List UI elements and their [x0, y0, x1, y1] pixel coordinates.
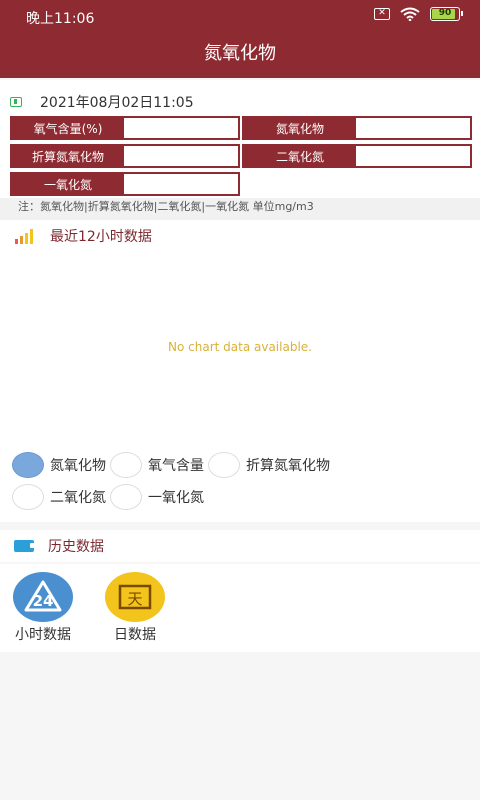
battery-icon: 90	[430, 7, 463, 21]
radio-label: 氧气含量	[148, 458, 204, 474]
metric-no: 一氧化氮	[10, 172, 240, 196]
wifi-icon	[400, 7, 420, 21]
metric-converted-nox: 折算氮氧化物	[10, 144, 240, 168]
page-title: 氮氧化物	[204, 43, 276, 64]
series-radio-row-2: 二氧化氮 一氧化氮	[12, 484, 208, 510]
wallet-icon	[14, 540, 36, 552]
metric-label: 氮氧化物	[244, 118, 356, 138]
radio-circle[interactable]	[12, 484, 44, 510]
metric-value	[356, 146, 470, 166]
app-bar: 氮氧化物	[0, 34, 480, 78]
status-time: 晚上11:06	[26, 11, 95, 27]
metric-no2: 二氧化氮	[242, 144, 472, 168]
status-icons: ✕ 90	[374, 7, 463, 21]
radio-circle-selected[interactable]	[12, 452, 44, 478]
day-glyph-text: 天	[127, 590, 142, 608]
radio-label: 二氧化氮	[50, 490, 106, 506]
radio-label: 一氧化氮	[148, 490, 204, 506]
radio-circle[interactable]	[208, 452, 240, 478]
radio-oxygen[interactable]: 氧气含量	[110, 452, 204, 478]
metric-label: 一氧化氮	[12, 174, 124, 194]
battery-percent: 90	[438, 8, 452, 18]
realtime-panel: 2021年08月02日11:05 氧气含量(%) 氮氧化物 折算氮氧化物 二氧化…	[0, 80, 480, 220]
hour-24-text: 24	[33, 592, 54, 610]
metric-label: 氧气含量(%)	[12, 118, 124, 138]
metric-value	[356, 118, 470, 138]
signal-bars-icon	[15, 229, 33, 244]
recycle-24-glyph: 24	[24, 580, 62, 612]
calendar-glyph: 天	[118, 584, 152, 610]
radio-nox[interactable]: 氮氧化物	[12, 452, 106, 478]
radio-label: 折算氮氧化物	[246, 458, 330, 474]
daily-data-button[interactable]: 天 日数据	[100, 572, 170, 644]
history-panel: 24 小时数据 天 日数据	[0, 564, 480, 652]
metric-value	[124, 174, 238, 194]
metric-value	[124, 146, 238, 166]
hourly-data-label: 小时数据	[15, 627, 71, 643]
hour-24-icon[interactable]: 24	[13, 572, 73, 622]
no-chart-data-message: No chart data available.	[168, 340, 312, 354]
unit-note: 注：氮氧化物|折算氮氧化物|二氧化氮|一氧化氮 单位mg/m3	[0, 198, 480, 220]
radio-label: 氮氧化物	[50, 458, 106, 474]
radio-circle[interactable]	[110, 484, 142, 510]
metric-label: 二氧化氮	[244, 146, 356, 166]
metric-value	[124, 118, 238, 138]
radio-converted-nox[interactable]: 折算氮氧化物	[208, 452, 330, 478]
chart-section-title: 最近12小时数据	[50, 229, 152, 245]
chart-section-header: 最近12小时数据	[0, 220, 480, 252]
metric-label: 折算氮氧化物	[12, 146, 124, 166]
battery-charge-icon	[10, 97, 22, 107]
status-bar: 晚上11:06 ✕ 90	[0, 0, 480, 34]
chart-area: No chart data available. 氮氧化物 氧气含量 折算氮氧化…	[0, 252, 480, 522]
calendar-day-icon[interactable]: 天	[105, 572, 165, 622]
radio-no[interactable]: 一氧化氮	[110, 484, 204, 510]
series-radio-row-1: 氮氧化物 氧气含量 折算氮氧化物	[12, 452, 334, 478]
history-section-title: 历史数据	[48, 539, 104, 555]
radio-no2[interactable]: 二氧化氮	[12, 484, 106, 510]
datetime-text: 2021年08月02日11:05	[40, 95, 194, 111]
daily-data-label: 日数据	[114, 627, 156, 643]
datetime-row: 2021年08月02日11:05	[10, 92, 194, 112]
radio-circle[interactable]	[110, 452, 142, 478]
hourly-data-button[interactable]: 24 小时数据	[8, 572, 78, 644]
history-section-header: 历史数据	[0, 530, 480, 562]
metric-oxygen: 氧气含量(%)	[10, 116, 240, 140]
metric-nox: 氮氧化物	[242, 116, 472, 140]
sim-icon: ✕	[374, 8, 390, 20]
